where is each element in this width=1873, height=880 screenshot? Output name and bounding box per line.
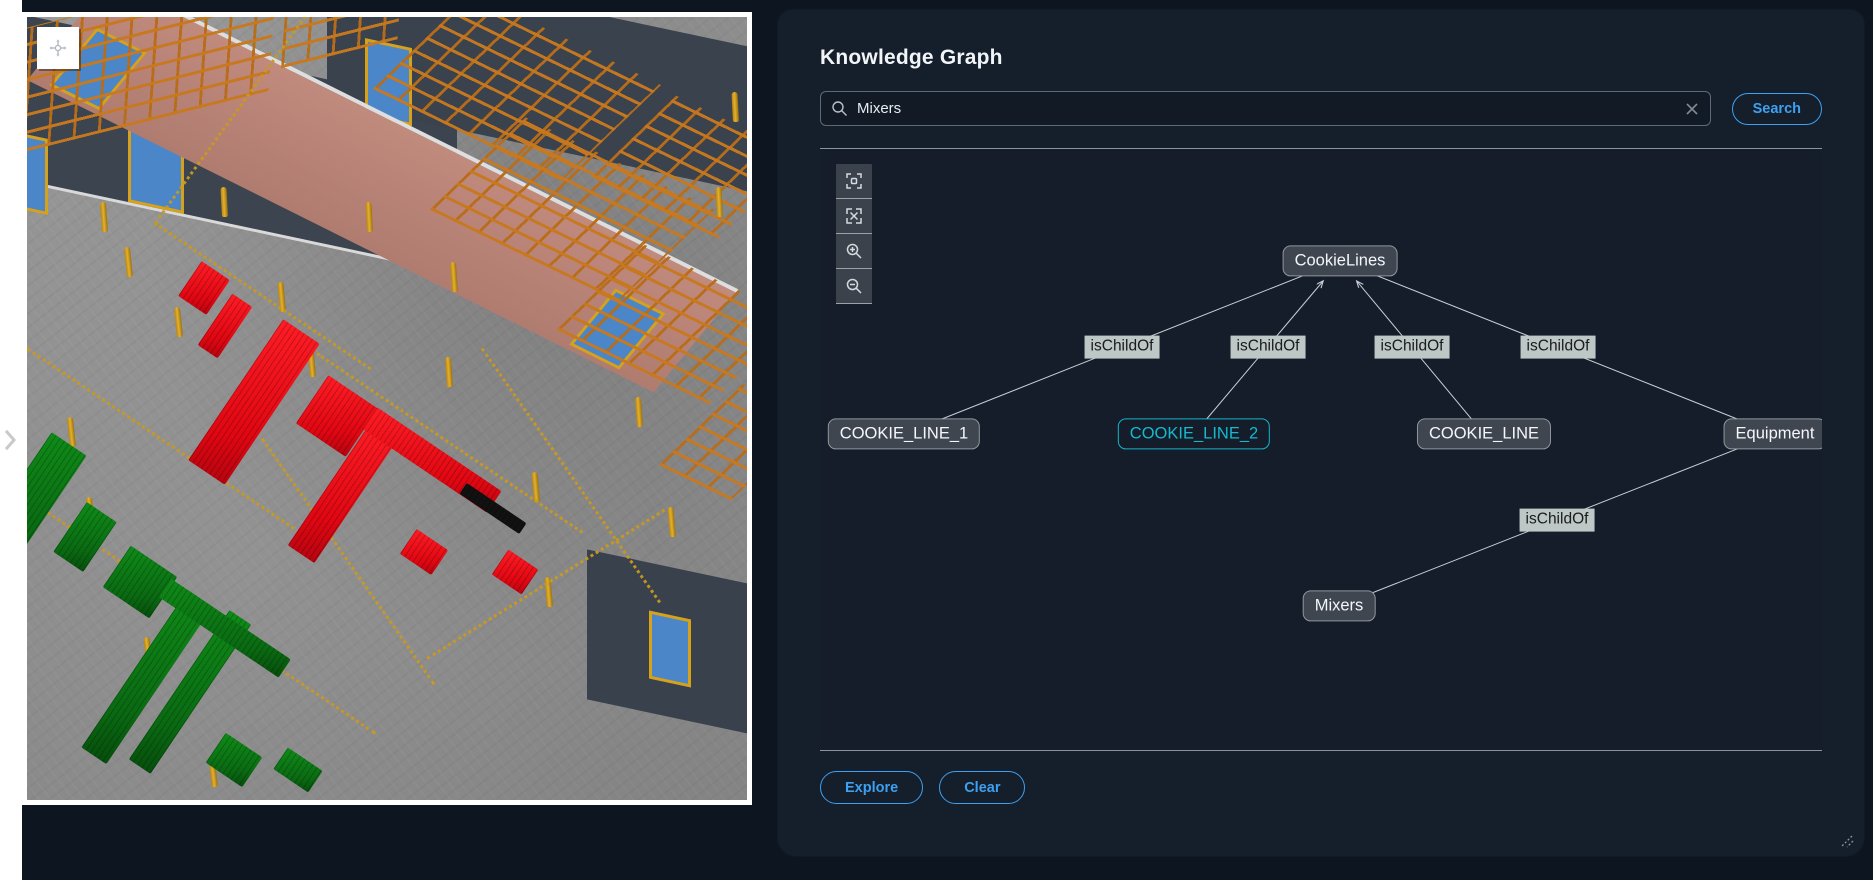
graph-node-cookielines[interactable]: CookieLines xyxy=(1282,245,1398,277)
knowledge-graph-panel: Knowledge Graph Mixers Search CookieLine… xyxy=(778,10,1864,856)
graph-node-cookie-line-1[interactable]: COOKIE_LINE_1 xyxy=(827,418,981,450)
center-focus-icon xyxy=(846,173,862,189)
application-root: Knowledge Graph Mixers Search CookieLine… xyxy=(0,0,1873,880)
graph-node-cookie-line-2[interactable]: COOKIE_LINE_2 xyxy=(1117,418,1271,450)
graph-action-bar: Explore Clear xyxy=(820,751,1822,804)
graph-edge-label[interactable]: isChildOf xyxy=(1084,335,1160,359)
graph-node-mixers[interactable]: Mixers xyxy=(1302,590,1376,622)
viewer-frame xyxy=(22,12,752,805)
graph-node-equipment[interactable]: Equipment xyxy=(1723,418,1822,450)
search-row: Search xyxy=(820,91,1822,126)
left-panel-expander[interactable] xyxy=(0,0,22,880)
zoom-in-button[interactable] xyxy=(836,234,872,269)
explore-button[interactable]: Explore xyxy=(820,771,924,804)
graph-edge-label[interactable]: isChildOf xyxy=(1230,335,1306,359)
clear-search-icon[interactable] xyxy=(1676,101,1700,117)
search-icon xyxy=(831,100,848,117)
zoom-out-button[interactable] xyxy=(836,269,872,304)
graph-canvas[interactable]: CookieLines COOKIE_LINE_1 COOKIE_LINE_2 COO… xyxy=(820,149,1822,750)
resize-grip-icon xyxy=(1841,835,1854,848)
expand-arrows-icon xyxy=(846,208,862,224)
center-focus-button[interactable] xyxy=(836,164,872,199)
search-box[interactable] xyxy=(820,91,1711,126)
chevron-right-icon xyxy=(4,429,16,451)
graph-edge-layer xyxy=(920,149,1759,600)
graph-edge-label[interactable]: isChildOf xyxy=(1519,508,1595,532)
viewer-region xyxy=(0,0,775,880)
clear-button[interactable]: Clear xyxy=(939,771,1026,804)
viewport-navigate-button[interactable] xyxy=(37,27,79,69)
graph-edge-label[interactable]: isChildOf xyxy=(1374,335,1450,359)
search-button[interactable]: Search xyxy=(1731,92,1822,125)
pan-navigate-icon xyxy=(49,39,67,57)
3d-scene-canvas[interactable] xyxy=(27,17,747,800)
graph-node-cookie-line[interactable]: COOKIE_LINE xyxy=(1416,418,1552,450)
zoom-out-icon xyxy=(846,278,862,294)
fit-to-screen-button[interactable] xyxy=(836,199,872,234)
zoom-in-icon xyxy=(846,243,862,259)
search-input[interactable] xyxy=(857,100,1676,117)
graph-edge-label[interactable]: isChildOf xyxy=(1520,335,1596,359)
panel-resize-handle[interactable] xyxy=(1838,832,1854,848)
graph-toolbar xyxy=(836,164,872,304)
page-title: Knowledge Graph xyxy=(820,46,1003,69)
